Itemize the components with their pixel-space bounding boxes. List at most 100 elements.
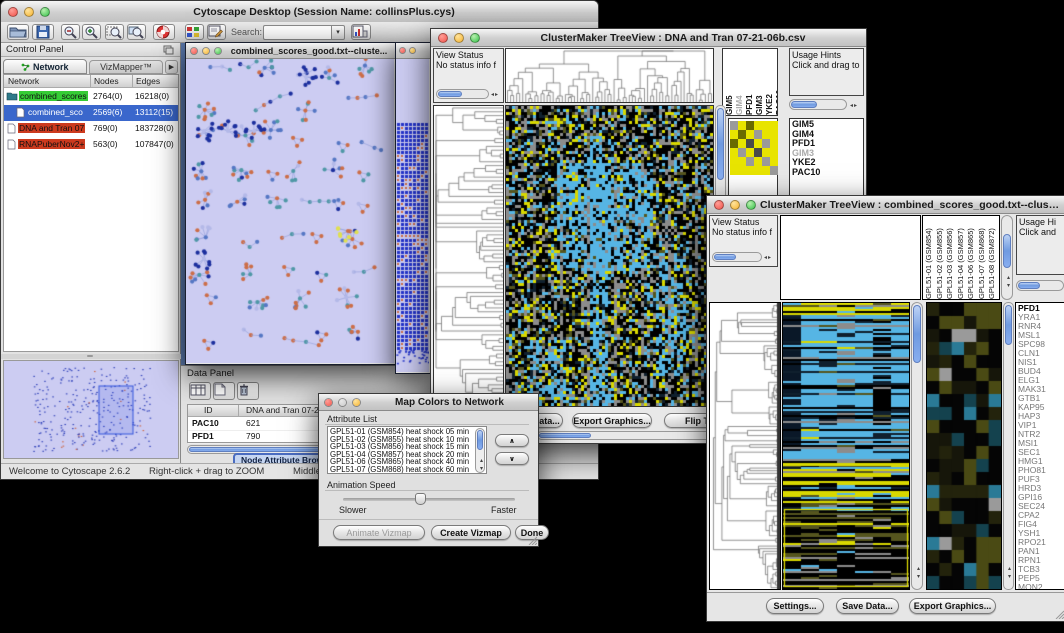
zoom-heatmap-canvas[interactable] [927, 303, 1001, 589]
vizmapper-button[interactable] [185, 24, 204, 40]
tab-vizmapper[interactable]: VizMapper™ [89, 60, 163, 74]
column-dendrogram-canvas[interactable] [506, 49, 713, 102]
matrix-cell[interactable] [762, 130, 770, 139]
matrix-cell[interactable] [762, 148, 770, 157]
matrix-cell[interactable] [730, 157, 738, 166]
matrix-cell[interactable] [770, 157, 778, 166]
export-graphics-button[interactable]: Export Graphics... [909, 598, 996, 614]
save-data-button[interactable]: Save Data... [836, 598, 899, 614]
matrix-cell[interactable] [738, 139, 746, 148]
scroll-arrows[interactable]: ◂▸ [850, 102, 858, 109]
scroll-arrows[interactable]: ◂▸ [491, 91, 499, 98]
zoom-vscrollbar[interactable]: ▴▾ [1003, 302, 1014, 590]
matrix-cell[interactable] [770, 148, 778, 157]
close-button[interactable] [438, 33, 448, 43]
column-label[interactable]: PFD1 [745, 49, 755, 115]
row-dendrogram-panel[interactable] [709, 302, 781, 590]
column-label[interactable]: GPL51-02 (GSM855) [935, 216, 946, 299]
close-button[interactable] [324, 398, 333, 407]
heatmap-vscrollbar[interactable]: ▴▾ [911, 302, 923, 590]
matrix-cell[interactable] [730, 121, 738, 130]
usage-hints-scrollbar[interactable] [789, 99, 847, 110]
gene-label[interactable]: MON2 [1018, 583, 1062, 590]
scroll-arrows[interactable]: ◂▸ [764, 254, 772, 261]
main-title-bar[interactable]: Cytoscape Desktop (Session Name: collins… [1, 1, 598, 23]
network-table-row[interactable]: combined_scores2764(0)16218(0) [4, 89, 178, 105]
zoom-button[interactable] [746, 200, 756, 210]
heatmap-canvas[interactable] [783, 303, 909, 589]
column-label[interactable]: GIM5 [725, 49, 735, 115]
matrix-cell[interactable] [746, 157, 754, 166]
close-button[interactable] [714, 200, 724, 210]
matrix-cell[interactable] [754, 148, 762, 157]
annotation-button[interactable] [207, 24, 226, 40]
treeview2-title-bar[interactable]: ClusterMaker TreeView : combined_scores_… [707, 196, 1064, 214]
new-attribute-button[interactable] [213, 382, 235, 400]
col-header-edges[interactable]: Edges [136, 76, 160, 86]
matrix-cell[interactable] [746, 130, 754, 139]
close-button[interactable] [8, 7, 18, 17]
column-label[interactable]: YKE2 [765, 49, 775, 115]
attribute-list-scrollbar[interactable]: ▴▾ [475, 428, 485, 473]
attribute-list[interactable]: GPL51-01 (GSM854) heat shock 05 minGPL51… [327, 426, 487, 474]
labels-vscrollbar[interactable]: ▴▾ [1001, 215, 1013, 300]
dialog-title-bar[interactable]: Map Colors to Network [319, 394, 538, 411]
search-dropdown-arrow[interactable]: ▾ [331, 25, 345, 40]
network-table-row[interactable]: DNA and Tran 07769(0)183728(0) [4, 121, 178, 137]
column-dendrogram-panel[interactable] [780, 215, 921, 300]
network-canvas[interactable] [186, 59, 394, 363]
matrix-cell[interactable] [770, 166, 778, 175]
zoom-button[interactable] [40, 7, 50, 17]
view-status-scrollbar[interactable] [436, 89, 489, 99]
column-dendrogram-panel[interactable] [505, 48, 714, 103]
heatmap-panel[interactable] [782, 302, 910, 590]
table-select-button[interactable] [189, 382, 211, 400]
matrix-cell[interactable] [770, 121, 778, 130]
matrix-cell[interactable] [738, 121, 746, 130]
help-button[interactable] [153, 24, 175, 40]
network-overview-canvas[interactable] [4, 361, 178, 458]
network-table-row[interactable]: combined_sco2569(6)13112(15) [4, 105, 178, 121]
close-button[interactable] [190, 47, 198, 55]
row-dendrogram-panel[interactable] [433, 105, 504, 407]
move-up-button[interactable]: ∧ [495, 434, 529, 447]
save-session-button[interactable] [32, 24, 54, 40]
column-label[interactable]: GPL51-01 (GSM854) [924, 216, 935, 299]
search-input[interactable] [263, 25, 331, 40]
network-window-title-bar[interactable]: combined_scores_good.txt--cluste... [186, 43, 396, 59]
row-dendrogram-canvas[interactable] [434, 106, 503, 406]
float-panel-icon[interactable] [163, 45, 174, 55]
matrix-cell[interactable] [746, 166, 754, 175]
heatmap-hscrollbar[interactable] [537, 431, 714, 440]
export-graphics-button[interactable]: Export Graphics... [572, 413, 652, 428]
column-label[interactable]: GIM4 [735, 49, 745, 115]
matrix-cell[interactable] [746, 121, 754, 130]
tab-network[interactable]: Network [3, 59, 87, 74]
matrix-cell[interactable] [738, 166, 746, 175]
id-column-header[interactable]: ID [204, 405, 213, 415]
zoom-label[interactable]: PAC10 [792, 168, 861, 178]
create-vizmap-button[interactable]: Create Vizmap [431, 525, 511, 540]
minimize-button[interactable] [24, 7, 34, 17]
resize-grip[interactable] [1054, 609, 1064, 619]
tab-overflow-arrow[interactable]: ▶ [165, 60, 178, 74]
matrix-cell[interactable] [746, 148, 754, 157]
matrix-cell[interactable] [754, 166, 762, 175]
treeview1-title-bar[interactable]: ClusterMaker TreeView : DNA and Tran 07-… [431, 29, 866, 47]
minimize-button[interactable] [730, 200, 740, 210]
matrix-cell[interactable] [770, 130, 778, 139]
network-overview[interactable] [3, 360, 179, 459]
view-status-scrollbar[interactable] [712, 252, 762, 262]
minimize-button[interactable] [454, 33, 464, 43]
column-label[interactable]: GPL51-04 (GSM857) [956, 216, 967, 299]
zoom-heatmap-panel[interactable] [926, 302, 1002, 590]
column-label[interactable]: GPL51-08 (GSM872) [987, 216, 998, 299]
column-label[interactable]: GPL51-03 (GSM856) [945, 216, 956, 299]
column-label[interactable]: GPL51-06 (GSM865) [966, 216, 977, 299]
col-header-nodes[interactable]: Nodes [94, 76, 119, 86]
column-label[interactable]: GIM3 [755, 49, 765, 115]
row-dendrogram-canvas[interactable] [710, 303, 780, 589]
resize-grip[interactable] [527, 535, 537, 545]
matrix-cell[interactable] [754, 157, 762, 166]
matrix-cell[interactable] [770, 139, 778, 148]
